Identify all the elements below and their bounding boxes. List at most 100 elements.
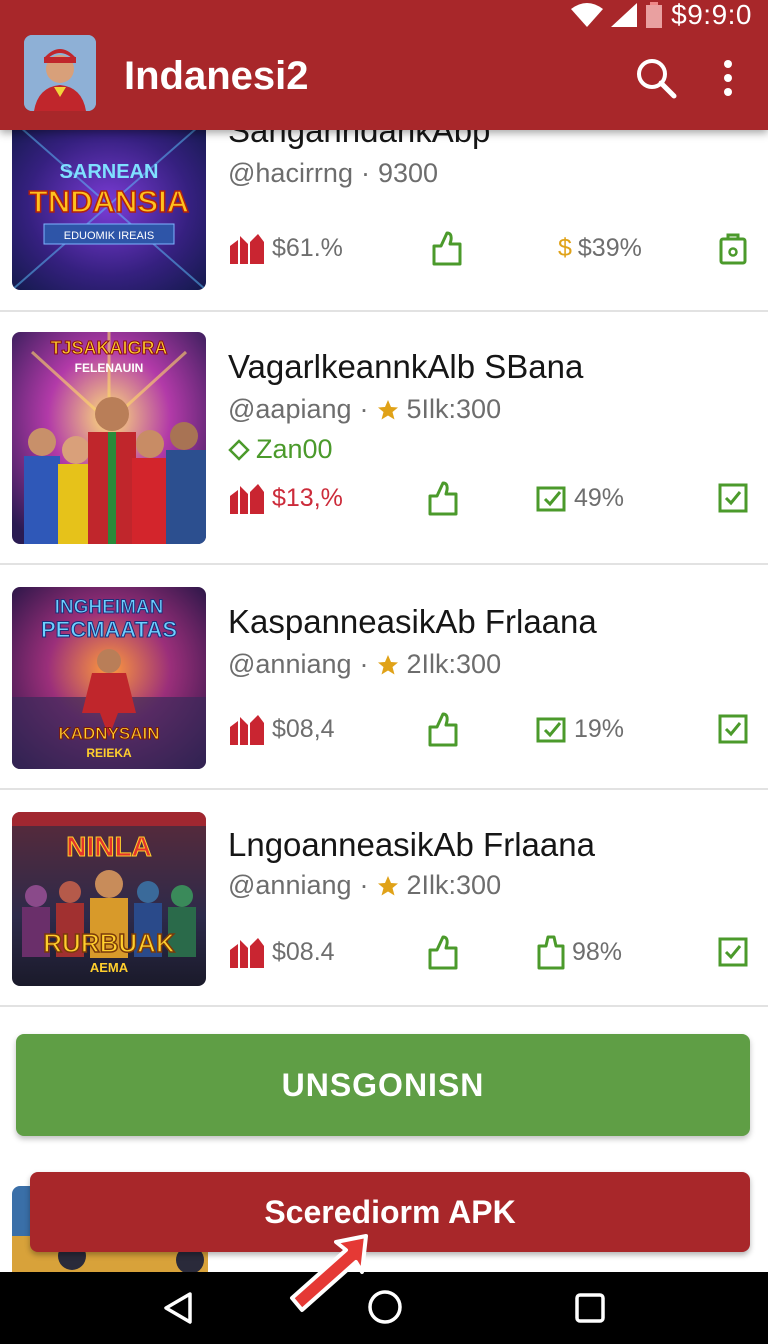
star-icon xyxy=(377,399,398,419)
search-icon[interactable] xyxy=(634,56,678,100)
primary-button[interactable]: UNSGONISN xyxy=(16,1034,750,1136)
thumbs-up-icon[interactable] xyxy=(430,228,464,268)
stat-value: $61.% xyxy=(272,233,343,262)
thumb-text: TJSAKAIGRA xyxy=(50,338,167,358)
download-apk-button[interactable]: Scerediorm APK xyxy=(30,1172,750,1252)
stat-check: 19% xyxy=(536,709,624,749)
check-square-icon[interactable] xyxy=(718,478,748,518)
tag-text: Zan00 xyxy=(256,434,333,464)
stat-likes: $61.% xyxy=(228,228,343,268)
item-stats: $13,% 49% xyxy=(228,478,758,518)
item-thumbnail: TJSAKAIGRA FELENAUIN xyxy=(12,332,206,544)
check-bag-icon xyxy=(536,717,566,743)
thumb-text: AEMA xyxy=(90,960,129,975)
item-stats: $61.% $ $39% xyxy=(228,228,758,268)
separator-dot: · xyxy=(359,394,369,424)
nav-recent-icon[interactable] xyxy=(572,1290,608,1326)
app-bar: $9:9:0 Indanesi2 xyxy=(0,0,768,130)
thumb-text: NINLA xyxy=(66,831,152,862)
nav-back-icon[interactable] xyxy=(160,1290,196,1326)
stat-value: 49% xyxy=(574,483,625,512)
list-item[interactable]: INGHEIMAN PECMAATAS KADNYSAIN REIEKA Kas… xyxy=(0,565,768,789)
wifi-icon xyxy=(571,3,604,27)
status-bar: $9:9:0 xyxy=(571,0,752,30)
stat-value: $08.4 xyxy=(272,937,335,966)
item-subtitle: @anniang · 2Ilk:300 xyxy=(228,649,501,680)
stat-value: 98% xyxy=(572,937,623,966)
thumbnail-image: SARNEAN TNDANSIA EDUOMIK IREAIS xyxy=(12,120,206,290)
separator-dot: · xyxy=(360,158,370,188)
item-meta: 2Ilk:300 xyxy=(406,649,502,679)
thumb-text: INGHEIMAN xyxy=(55,597,164,618)
bag-icon[interactable] xyxy=(718,228,748,268)
item-title: KaspanneasikAb Frlaana xyxy=(228,603,597,640)
item-meta: 9300 xyxy=(377,158,439,188)
star-icon xyxy=(377,654,398,674)
thumb-text: REIEKA xyxy=(86,746,132,760)
battery-icon xyxy=(646,2,663,28)
pointer-arrow-icon xyxy=(290,1234,368,1312)
bars-icon xyxy=(230,938,264,968)
system-nav-bar xyxy=(0,1272,768,1344)
thumb-text: SARNEAN xyxy=(60,161,159,183)
thumbs-up-icon[interactable] xyxy=(426,709,460,749)
stat-share: $ $39% xyxy=(558,233,642,262)
stat-likes: $08.4 xyxy=(228,932,335,972)
item-title: LngoanneasikAb Frlaana xyxy=(228,826,595,863)
bars-icon xyxy=(230,715,264,745)
app-title: Indanesi2 xyxy=(124,54,309,98)
divider xyxy=(0,1005,768,1007)
thumbnail-image: INGHEIMAN PECMAATAS KADNYSAIN REIEKA xyxy=(12,587,206,769)
thumb-text: RURBUAK xyxy=(43,928,175,958)
tag-icon xyxy=(228,438,250,461)
check-bag-icon xyxy=(536,486,566,512)
item-thumbnail: NINLA RURBUAK AEMA xyxy=(12,812,206,986)
app-avatar[interactable] xyxy=(24,35,96,111)
thumb-text: KADNYSAIN xyxy=(58,724,159,743)
stat-likes: $13,% xyxy=(228,478,343,518)
thumb-text: EDUOMIK IREAIS xyxy=(64,230,154,242)
item-thumbnail: SARNEAN TNDANSIA EDUOMIK IREAIS xyxy=(12,120,206,290)
item-handle: @anniang xyxy=(228,870,352,900)
bars-icon xyxy=(230,234,264,264)
thumbs-up-icon[interactable] xyxy=(426,932,460,972)
thumbs-up-icon[interactable] xyxy=(426,478,460,518)
screen: SARNEAN TNDANSIA EDUOMIK IREAIS Sangannd… xyxy=(0,0,768,1344)
list-item[interactable]: TJSAKAIGRA FELENAUIN VagarlkeannkAlb SBa… xyxy=(0,312,768,564)
check-square-icon[interactable] xyxy=(718,932,748,972)
item-thumbnail: INGHEIMAN PECMAATAS KADNYSAIN REIEKA xyxy=(12,587,206,769)
thumbnail-image: TJSAKAIGRA FELENAUIN xyxy=(12,332,206,544)
separator-dot: · xyxy=(359,649,369,679)
item-title: VagarlkeannkAlb SBana xyxy=(228,348,584,385)
bars-icon xyxy=(230,484,264,514)
item-stats: $08.4 98% xyxy=(228,932,758,972)
item-meta: 5Ilk:300 xyxy=(406,394,502,424)
stat-value: $13,% xyxy=(272,483,343,512)
item-subtitle: @anniang · 2Ilk:300 xyxy=(228,870,501,901)
item-handle: @anniang xyxy=(228,649,352,679)
separator-dot: · xyxy=(359,870,369,900)
item-meta: 2Ilk:300 xyxy=(406,870,502,900)
bag-outline-icon xyxy=(537,935,565,970)
list-item[interactable]: NINLA RURBUAK AEMA LngoanneasikAb Frlaan… xyxy=(0,790,768,1006)
thumb-text: PECMAATAS xyxy=(41,617,177,642)
item-subtitle: @hacirrng · 9300 xyxy=(228,158,438,189)
item-handle: @hacirrng xyxy=(228,158,353,188)
more-vert-icon[interactable] xyxy=(712,56,744,100)
thumb-text: TNDANSIA xyxy=(29,184,189,219)
star-icon xyxy=(377,875,398,895)
thumbnail-image: NINLA RURBUAK AEMA xyxy=(12,812,206,986)
stat-check: 49% xyxy=(536,478,624,518)
item-handle: @aapiang xyxy=(228,394,352,424)
item-tag: Zan00 xyxy=(228,434,333,465)
thumb-text: FELENAUIN xyxy=(75,361,144,375)
stat-value: $08,4 xyxy=(272,714,335,743)
stat-value: $39% xyxy=(577,233,642,262)
item-stats: $08,4 19% xyxy=(228,709,758,749)
signal-icon xyxy=(611,3,638,27)
check-square-icon[interactable] xyxy=(718,709,748,749)
status-time: $9:9:0 xyxy=(671,0,752,30)
stat-value: 19% xyxy=(574,714,625,743)
item-subtitle: @aapiang · 5Ilk:300 xyxy=(228,394,501,425)
stat-bag: 98% xyxy=(536,932,622,972)
